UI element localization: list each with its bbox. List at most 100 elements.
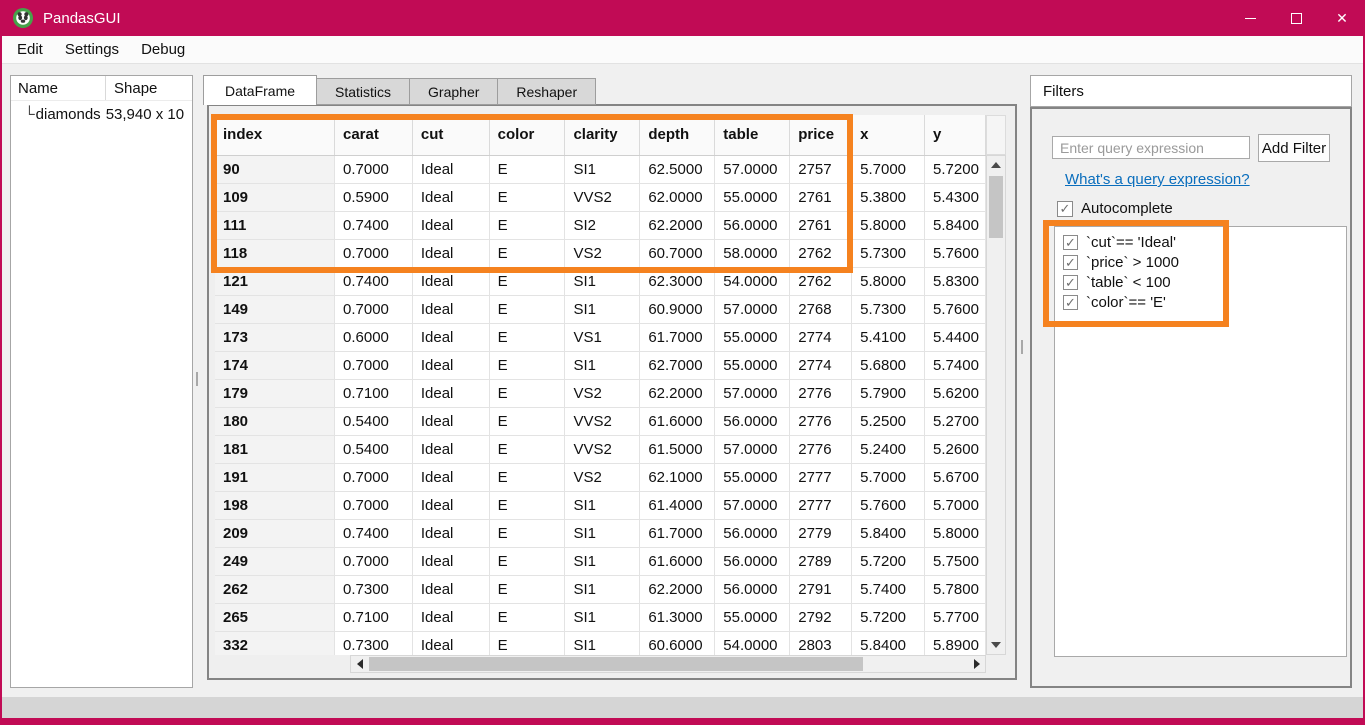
- table-cell[interactable]: 57.0000: [715, 155, 790, 183]
- table-cell[interactable]: 54.0000: [715, 267, 790, 295]
- column-header-table[interactable]: table: [715, 115, 790, 155]
- table-cell[interactable]: 55.0000: [715, 183, 790, 211]
- table-cell[interactable]: 57.0000: [715, 491, 790, 519]
- tree-header-shape[interactable]: Shape: [106, 80, 157, 97]
- row-index-cell[interactable]: 209: [215, 519, 335, 547]
- table-cell[interactable]: 0.6000: [335, 323, 413, 351]
- tab-statistics[interactable]: Statistics: [316, 78, 410, 105]
- table-cell[interactable]: Ideal: [412, 239, 489, 267]
- table-cell[interactable]: 0.7100: [335, 379, 413, 407]
- table-cell[interactable]: E: [489, 547, 565, 575]
- menu-item-edit[interactable]: Edit: [6, 36, 54, 63]
- row-index-cell[interactable]: 191: [215, 463, 335, 491]
- table-cell[interactable]: 61.4000: [640, 491, 715, 519]
- table-cell[interactable]: 57.0000: [715, 435, 790, 463]
- table-cell[interactable]: 2774: [790, 323, 852, 351]
- row-index-cell[interactable]: 118: [215, 239, 335, 267]
- table-cell[interactable]: 55.0000: [715, 323, 790, 351]
- table-cell[interactable]: 57.0000: [715, 379, 790, 407]
- table-cell[interactable]: 61.5000: [640, 435, 715, 463]
- table-cell[interactable]: 62.1000: [640, 463, 715, 491]
- table-cell[interactable]: 0.7400: [335, 267, 413, 295]
- table-cell[interactable]: Ideal: [412, 491, 489, 519]
- table-cell[interactable]: 5.8000: [852, 267, 925, 295]
- table-cell[interactable]: E: [489, 463, 565, 491]
- table-cell[interactable]: 60.9000: [640, 295, 715, 323]
- table-cell[interactable]: E: [489, 435, 565, 463]
- table-cell[interactable]: 5.7600: [925, 295, 986, 323]
- column-header-x[interactable]: x: [852, 115, 925, 155]
- table-cell[interactable]: VS1: [565, 323, 640, 351]
- row-index-cell[interactable]: 149: [215, 295, 335, 323]
- row-index-cell[interactable]: 198: [215, 491, 335, 519]
- table-cell[interactable]: 62.0000: [640, 183, 715, 211]
- table-cell[interactable]: 2762: [790, 267, 852, 295]
- query-help-link[interactable]: What's a query expression?: [1065, 171, 1250, 188]
- maximize-button[interactable]: [1273, 0, 1319, 36]
- table-cell[interactable]: E: [489, 295, 565, 323]
- scroll-left-button[interactable]: [351, 656, 368, 672]
- tree-header-name[interactable]: Name: [11, 76, 106, 100]
- table-cell[interactable]: E: [489, 267, 565, 295]
- tab-reshaper[interactable]: Reshaper: [497, 78, 596, 105]
- table-cell[interactable]: 5.6700: [925, 463, 986, 491]
- table-cell[interactable]: 5.7700: [925, 603, 986, 631]
- table-cell[interactable]: 5.7200: [925, 155, 986, 183]
- table-cell[interactable]: E: [489, 631, 565, 655]
- table-cell[interactable]: 2789: [790, 547, 852, 575]
- table-cell[interactable]: E: [489, 183, 565, 211]
- table-cell[interactable]: 56.0000: [715, 211, 790, 239]
- table-cell[interactable]: E: [489, 155, 565, 183]
- table-cell[interactable]: 0.7000: [335, 351, 413, 379]
- column-header-y[interactable]: y: [925, 115, 986, 155]
- table-cell[interactable]: 5.7600: [925, 239, 986, 267]
- table-cell[interactable]: E: [489, 407, 565, 435]
- table-cell[interactable]: 5.7200: [852, 547, 925, 575]
- filter-checkbox[interactable]: ✓: [1063, 295, 1078, 310]
- table-cell[interactable]: E: [489, 519, 565, 547]
- table-cell[interactable]: 0.7000: [335, 491, 413, 519]
- table-cell[interactable]: SI1: [565, 295, 640, 323]
- table-cell[interactable]: 5.7400: [852, 575, 925, 603]
- table-cell[interactable]: 0.5900: [335, 183, 413, 211]
- vertical-scrollbar-thumb[interactable]: [989, 176, 1003, 238]
- table-cell[interactable]: 5.7300: [852, 239, 925, 267]
- table-cell[interactable]: E: [489, 491, 565, 519]
- table-cell[interactable]: 5.6200: [925, 379, 986, 407]
- table-cell[interactable]: 0.7000: [335, 239, 413, 267]
- table-cell[interactable]: 5.8400: [852, 631, 925, 655]
- table-cell[interactable]: SI1: [565, 575, 640, 603]
- table-cell[interactable]: VVS2: [565, 407, 640, 435]
- table-cell[interactable]: Ideal: [412, 519, 489, 547]
- filter-item[interactable]: ✓`price` > 1000: [1055, 252, 1346, 272]
- table-cell[interactable]: 2757: [790, 155, 852, 183]
- table-cell[interactable]: E: [489, 575, 565, 603]
- filter-checkbox[interactable]: ✓: [1063, 255, 1078, 270]
- table-cell[interactable]: E: [489, 323, 565, 351]
- table-cell[interactable]: 5.6800: [852, 351, 925, 379]
- table-cell[interactable]: 61.7000: [640, 519, 715, 547]
- table-cell[interactable]: 5.7300: [852, 295, 925, 323]
- table-cell[interactable]: 2762: [790, 239, 852, 267]
- table-cell[interactable]: 2768: [790, 295, 852, 323]
- table-cell[interactable]: Ideal: [412, 379, 489, 407]
- table-cell[interactable]: 0.7300: [335, 575, 413, 603]
- table-cell[interactable]: 0.7400: [335, 519, 413, 547]
- menu-item-debug[interactable]: Debug: [130, 36, 196, 63]
- scroll-up-button[interactable]: [987, 156, 1005, 174]
- table-cell[interactable]: VS2: [565, 239, 640, 267]
- column-header-price[interactable]: price: [790, 115, 852, 155]
- table-cell[interactable]: 2777: [790, 463, 852, 491]
- table-cell[interactable]: 5.7400: [925, 351, 986, 379]
- table-cell[interactable]: 5.8000: [852, 211, 925, 239]
- tree-item-diamonds[interactable]: └ diamonds 53,940 x 10: [11, 103, 192, 125]
- table-cell[interactable]: 5.7000: [925, 491, 986, 519]
- table-cell[interactable]: 5.3800: [852, 183, 925, 211]
- table-cell[interactable]: 5.4300: [925, 183, 986, 211]
- table-cell[interactable]: 58.0000: [715, 239, 790, 267]
- table-cell[interactable]: 5.7000: [852, 155, 925, 183]
- row-index-cell[interactable]: 109: [215, 183, 335, 211]
- table-cell[interactable]: E: [489, 351, 565, 379]
- table-cell[interactable]: 62.2000: [640, 379, 715, 407]
- table-cell[interactable]: 0.7300: [335, 631, 413, 655]
